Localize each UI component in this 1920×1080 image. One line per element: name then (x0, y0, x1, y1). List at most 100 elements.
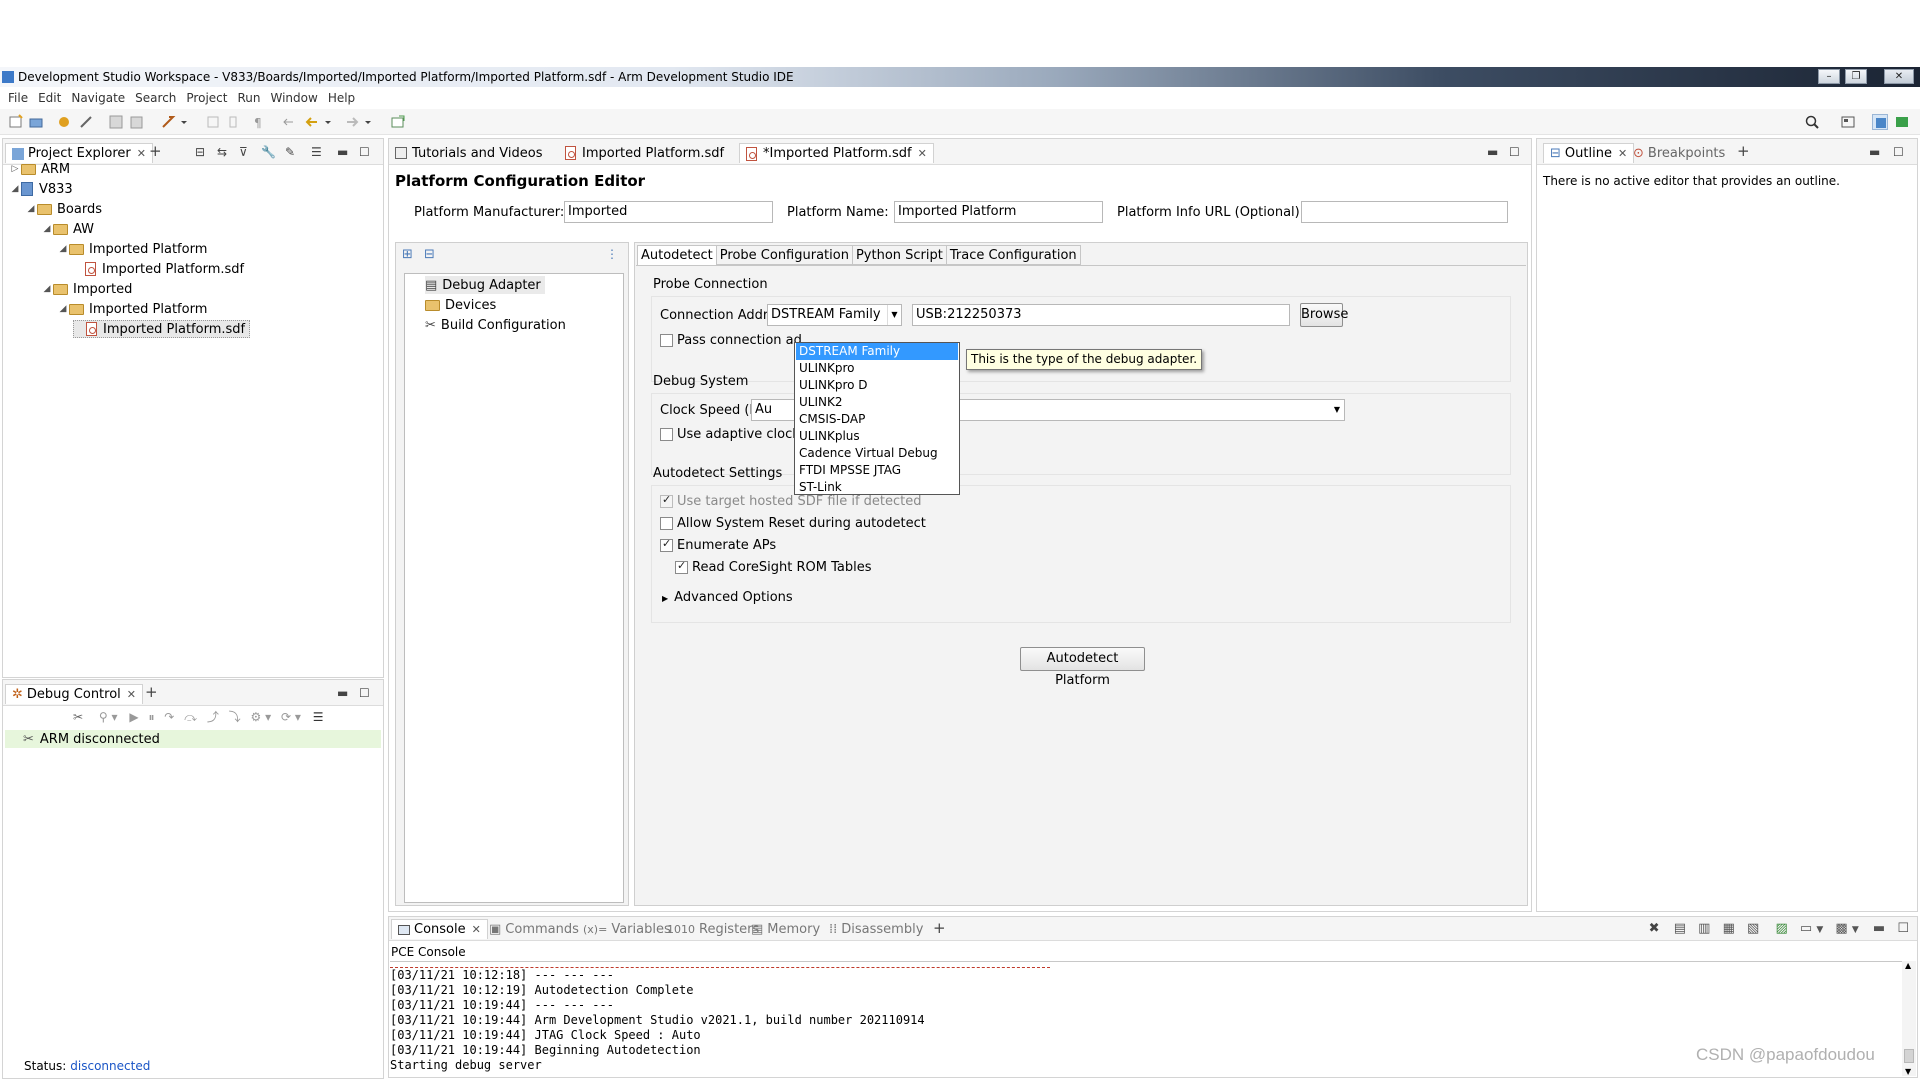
pass-connection-checkbox[interactable] (660, 334, 673, 347)
debug-settings-icon[interactable]: ⚙ (251, 710, 262, 724)
tab-outline[interactable]: ⊟ Outline ✕ (1543, 143, 1635, 163)
pin-icon[interactable] (225, 114, 241, 130)
link-editor-icon[interactable]: ⇆ (217, 145, 227, 159)
collapse-all-icon[interactable]: ⊟ (195, 145, 205, 159)
add-view-icon[interactable]: + (1737, 142, 1750, 160)
advanced-options-expander[interactable]: ▶ Advanced Options (662, 590, 793, 605)
tools-icon[interactable] (78, 114, 94, 130)
adapter-type-select[interactable]: DSTREAM Family ▼ (767, 304, 902, 326)
add-view-icon[interactable]: + (933, 919, 946, 937)
tree-item-imported[interactable]: ◢ Imported (41, 280, 133, 298)
dropdown-option-dstream-family[interactable]: DSTREAM Family (796, 343, 958, 360)
step-return-icon[interactable]: ⤵ (229, 710, 241, 724)
launch-config-icon[interactable] (390, 114, 406, 130)
add-view-icon[interactable]: + (149, 142, 162, 160)
new-icon[interactable] (8, 114, 24, 130)
dropdown-option-cadence-virtual-debug[interactable]: Cadence Virtual Debug (796, 445, 958, 462)
chevron-down-icon[interactable]: ◢ (41, 224, 53, 234)
read-rom-tables-checkbox[interactable] (675, 559, 688, 574)
build-icon[interactable] (56, 114, 72, 130)
tree-item-v833[interactable]: ◢ V833 (9, 180, 73, 198)
dropdown-option-cmsis-dap[interactable]: CMSIS-DAP (796, 411, 958, 428)
minimize-icon[interactable]: ▬ (1873, 921, 1885, 936)
view-menu-icon[interactable]: ☰ (311, 145, 322, 159)
scroll-thumb[interactable] (1904, 1049, 1914, 1063)
close-icon[interactable]: ✕ (472, 923, 481, 936)
tree-item-arm[interactable]: ▷ ARM (9, 160, 71, 178)
tree-item-build-configuration[interactable]: ✂ Build Configuration (425, 316, 566, 334)
chevron-down-icon[interactable]: ◢ (9, 184, 21, 194)
debug-launch-icon[interactable] (160, 114, 176, 130)
dropdown-option-ulinkplus[interactable]: ULINKplus (796, 428, 958, 445)
remove-launch-icon[interactable]: ✖ (1649, 921, 1660, 936)
tree-item-imported-platform[interactable]: ◢ Imported Platform (57, 300, 208, 318)
menu-search[interactable]: Search (135, 91, 176, 105)
step-icon[interactable]: ↷ (164, 710, 174, 724)
close-icon[interactable]: ✕ (127, 688, 136, 701)
chevron-down-icon[interactable]: ◢ (25, 204, 37, 214)
minimize-icon[interactable]: ▬ (1869, 145, 1880, 159)
expand-all-icon[interactable]: ⊞ (402, 247, 413, 262)
autodetect-platform-button[interactable]: Autodetect Platform (1020, 647, 1145, 688)
tab-registers[interactable]: 1010 Registers (667, 919, 759, 939)
perspective-debug-icon[interactable] (1894, 114, 1910, 130)
chevron-down-icon[interactable]: ▼ (1816, 925, 1823, 935)
menu-edit[interactable]: Edit (38, 91, 61, 105)
maximize-icon[interactable]: ☐ (1897, 921, 1909, 936)
chevron-down-icon[interactable]: ▾ (112, 710, 118, 724)
previous-edit-icon[interactable] (280, 114, 296, 130)
clear-console-icon[interactable]: ▤ (1674, 921, 1686, 936)
dropdown-option-ulinkpro-d[interactable]: ULINKpro D (796, 377, 958, 394)
scroll-lock-icon[interactable]: ▥ (1698, 921, 1710, 936)
adapter-dropdown-list[interactable]: DSTREAM Family ULINKpro ULINKpro D ULINK2 CM… (794, 342, 960, 495)
chevron-down-icon[interactable] (324, 114, 332, 130)
refresh-icon[interactable]: ⟳ (281, 710, 291, 724)
tree-item-debug-adapter[interactable]: ▤ Debug Adapter (425, 276, 545, 294)
connect-icon[interactable]: ⚲ (99, 710, 108, 724)
debug-connection-row[interactable]: ✂ ARM disconnected (5, 730, 381, 748)
console-scrollbar[interactable]: ▲ ▼ (1902, 961, 1916, 1076)
chevron-right-icon[interactable]: ▷ (9, 164, 21, 174)
step-over-icon[interactable]: ⤼ (184, 710, 197, 724)
chevron-down-icon[interactable]: ▼ (1852, 925, 1859, 935)
tab-trace-configuration[interactable]: Trace Configuration (946, 245, 1081, 265)
enumerate-aps-row[interactable]: Enumerate APs (660, 537, 776, 553)
filter-icon[interactable]: ⊽ (239, 145, 248, 159)
menu-project[interactable]: Project (186, 91, 227, 105)
tab-breakpoints[interactable]: ⊙ Breakpoints (1633, 143, 1725, 163)
restore-button[interactable]: ❐ (1845, 69, 1867, 84)
word-wrap-icon[interactable]: ▦ (1723, 921, 1735, 936)
disconnect-icon[interactable]: ✂ (73, 710, 83, 724)
chevron-down-icon[interactable]: ◢ (41, 284, 53, 294)
adaptive-clock-checkbox[interactable] (660, 428, 673, 441)
tab-imported-platform-sdf-dirty[interactable]: *Imported Platform.sdf ✕ (739, 143, 934, 163)
forward-icon[interactable] (344, 114, 360, 130)
menu-file[interactable]: File (8, 91, 28, 105)
close-icon[interactable]: ✕ (918, 147, 927, 160)
paragraph-icon[interactable]: ¶ (250, 114, 266, 130)
chevron-down-icon[interactable]: ▼ (1330, 400, 1344, 420)
status-value[interactable]: disconnected (70, 1059, 150, 1073)
tab-debug-control[interactable]: ✲ Debug Control ✕ (5, 684, 144, 704)
pass-connection-row[interactable]: Pass connection ad (660, 333, 802, 348)
tree-item-devices[interactable]: Devices (425, 296, 496, 314)
chevron-down-icon[interactable] (364, 114, 372, 130)
platform-name-field[interactable]: Imported Platform (894, 201, 1103, 223)
tab-probe-configuration[interactable]: Probe Configuration (716, 245, 853, 265)
menu-run[interactable]: Run (237, 91, 260, 105)
tree-options-icon[interactable]: ⋮ (606, 247, 618, 261)
chevron-down-icon[interactable] (180, 114, 188, 130)
tab-autodetect[interactable]: Autodetect (637, 245, 717, 265)
pin-console-icon[interactable]: ▧ (1747, 921, 1759, 936)
dropdown-option-ulinkpro[interactable]: ULINKpro (796, 360, 958, 377)
tab-console[interactable]: Console ✕ (391, 919, 488, 939)
console-output[interactable]: [03/11/21 10:12:18] --- --- --- [03/11/21… (390, 961, 1902, 1073)
menu-navigate[interactable]: Navigate (71, 91, 125, 105)
perspective-development-icon[interactable] (1872, 114, 1888, 130)
close-icon[interactable]: ✕ (1618, 147, 1627, 160)
tab-tutorials[interactable]: Tutorials and Videos (395, 143, 542, 163)
new-console-icon[interactable]: ▩ (1835, 921, 1847, 936)
minimize-button[interactable]: – (1818, 69, 1840, 84)
save-all-icon[interactable] (128, 114, 144, 130)
maximize-icon[interactable]: ☐ (1509, 145, 1520, 159)
